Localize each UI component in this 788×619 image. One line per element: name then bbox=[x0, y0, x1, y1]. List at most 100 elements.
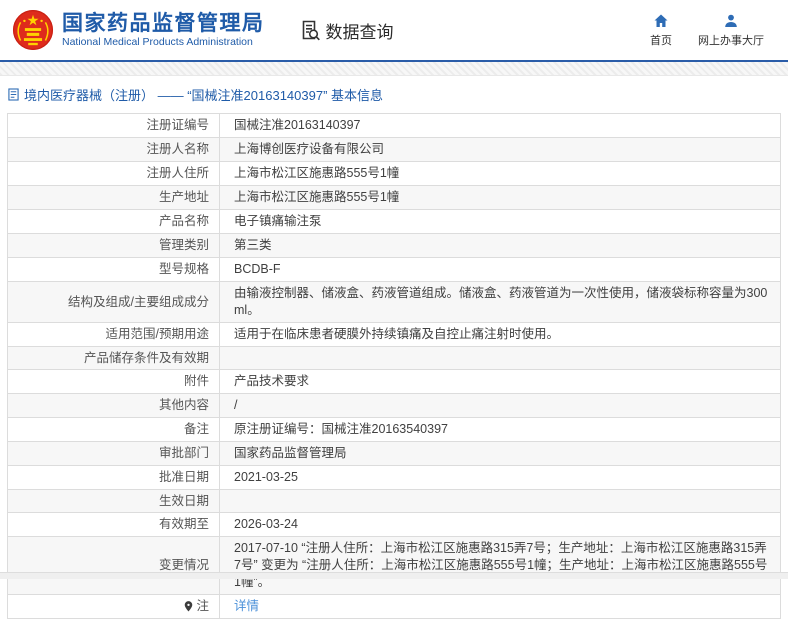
table-row: 生产地址上海市松江区施惠路555号1幢 bbox=[8, 186, 780, 210]
row-label: 产品储存条件及有效期 bbox=[8, 347, 220, 369]
row-value: / bbox=[220, 394, 780, 417]
row-label: 变更情况 bbox=[8, 537, 220, 594]
table-row: 结构及组成/主要组成成分由输液控制器、储液盒、药液管道组成。储液盒、药液管道为一… bbox=[8, 282, 780, 323]
page-title: 境内医疗器械（注册） —— “国械注准20163140397” 基本信息 bbox=[0, 76, 788, 112]
row-label: 生效日期 bbox=[8, 490, 220, 512]
table-row: 注册人住所 上海市松江区施惠路555号1幢 bbox=[8, 162, 780, 186]
nav-home-label: 首页 bbox=[650, 32, 672, 48]
agency-title-block: 国家药品监督管理局 National Medical Products Admi… bbox=[62, 12, 265, 49]
row-value: 由输液控制器、储液盒、药液管道组成。储液盒、药液管道为一次性使用，储液袋标称容量… bbox=[220, 282, 780, 322]
row-label-text: 生产地址 bbox=[159, 190, 209, 205]
row-value: 上海市松江区施惠路555号1幢 bbox=[220, 162, 780, 185]
row-label: 批准日期 bbox=[8, 466, 220, 489]
detail-link[interactable]: 详情 bbox=[234, 598, 259, 615]
row-label-text: 有效期至 bbox=[159, 517, 209, 532]
table-row: 型号规格 BCDB-F bbox=[8, 258, 780, 282]
table-row: 变更情况 2017-07-10 “注册人住所：上海市松江区施惠路315弄7号；生产… bbox=[8, 537, 780, 595]
agency-name-en: National Medical Products Administration bbox=[62, 36, 265, 49]
row-label-text: 生效日期 bbox=[159, 494, 209, 509]
table-row: 批准日期 2021-03-25 bbox=[8, 466, 780, 490]
row-value: BCDB-F bbox=[220, 258, 780, 281]
table-row: 审批部门 国家药品监督管理局 bbox=[8, 442, 780, 466]
row-value: 上海市松江区施惠路555号1幢 bbox=[220, 186, 780, 209]
row-label-text: 注册人住所 bbox=[146, 166, 209, 181]
row-value-text: 上海市松江区施惠路555号1幢 bbox=[234, 165, 399, 182]
row-value-text: / bbox=[234, 397, 237, 414]
row-label: 注册人住所 bbox=[8, 162, 220, 185]
home-icon bbox=[653, 13, 669, 29]
row-value-text: 国家药品监督管理局 bbox=[234, 445, 347, 462]
table-row: 注册人名称上海博创医疗设备有限公司 bbox=[8, 138, 780, 162]
row-value-text: 适用于在临床患者硬膜外持续镇痛及自控止痛注射时使用。 bbox=[234, 326, 559, 343]
agency-name-cn: 国家药品监督管理局 bbox=[62, 12, 265, 36]
row-value: 第三类 bbox=[220, 234, 780, 257]
row-value: 国械注准20163140397 bbox=[220, 114, 780, 137]
row-value: 国家药品监督管理局 bbox=[220, 442, 780, 465]
site-header: 国家药品监督管理局 National Medical Products Admi… bbox=[0, 0, 788, 62]
row-value: 2021-03-25 bbox=[220, 466, 780, 489]
row-value: 详情 bbox=[220, 595, 780, 618]
row-value-text: 国械注准20163140397 bbox=[234, 117, 360, 134]
nav-service-hall-label: 网上办事大厅 bbox=[698, 32, 764, 48]
user-icon bbox=[723, 13, 739, 29]
header-nav: 首页 网上办事大厅 bbox=[650, 13, 774, 48]
row-label: 适用范围/预期用途 bbox=[8, 323, 220, 346]
row-value-text: 第三类 bbox=[234, 237, 272, 254]
row-label-text: 注 bbox=[196, 599, 209, 614]
info-table: 注册证编号国械注准20163140397注册人名称上海博创医疗设备有限公司注册人… bbox=[7, 113, 781, 619]
row-label-text: 备注 bbox=[184, 422, 209, 437]
row-label-text: 注册证编号 bbox=[146, 118, 209, 133]
row-label-text: 产品储存条件及有效期 bbox=[84, 351, 209, 366]
table-row: 生效日期 bbox=[8, 490, 780, 513]
row-label-text: 变更情况 bbox=[159, 558, 209, 573]
page-title-text: 境内医疗器械（注册） —— “国械注准20163140397” 基本信息 bbox=[24, 85, 383, 104]
row-label: 注册证编号 bbox=[8, 114, 220, 137]
data-query-nav[interactable]: 数据查询 bbox=[299, 18, 394, 43]
row-label: 注 bbox=[8, 595, 220, 618]
table-row: 产品名称电子镇痛输注泵 bbox=[8, 210, 780, 234]
row-value-text: 2021-03-25 bbox=[234, 469, 298, 486]
row-value: 原注册证编号：国械注准20163540397 bbox=[220, 418, 780, 441]
row-value: 电子镇痛输注泵 bbox=[220, 210, 780, 233]
row-value-text: 产品技术要求 bbox=[234, 373, 309, 390]
document-search-icon bbox=[299, 19, 321, 41]
row-label: 其他内容 bbox=[8, 394, 220, 417]
national-emblem-logo bbox=[12, 9, 54, 51]
table-row: 管理类别第三类 bbox=[8, 234, 780, 258]
row-label-text: 批准日期 bbox=[159, 470, 209, 485]
row-value: 产品技术要求 bbox=[220, 370, 780, 393]
row-label: 附件 bbox=[8, 370, 220, 393]
row-value: 2017-07-10 “注册人住所：上海市松江区施惠路315弄7号；生产地址：上… bbox=[220, 537, 780, 594]
data-query-label: 数据查询 bbox=[326, 18, 394, 43]
row-label: 结构及组成/主要组成成分 bbox=[8, 282, 220, 322]
row-label: 注册人名称 bbox=[8, 138, 220, 161]
row-label-text: 型号规格 bbox=[159, 262, 209, 277]
row-label-text: 附件 bbox=[184, 374, 209, 389]
row-label: 型号规格 bbox=[8, 258, 220, 281]
row-value-text: 原注册证编号：国械注准20163540397 bbox=[234, 421, 448, 438]
table-row: 注册证编号 国械注准20163140397 bbox=[8, 114, 780, 138]
row-value: 适用于在临床患者硬膜外持续镇痛及自控止痛注射时使用。 bbox=[220, 323, 780, 346]
row-label: 管理类别 bbox=[8, 234, 220, 257]
table-row: 备注 原注册证编号：国械注准20163540397 bbox=[8, 418, 780, 442]
row-value-text: 2017-07-10 “注册人住所：上海市松江区施惠路315弄7号；生产地址：上… bbox=[234, 540, 768, 591]
table-row: 注 详情 bbox=[8, 595, 780, 618]
table-row: 适用范围/预期用途 适用于在临床患者硬膜外持续镇痛及自控止痛注射时使用。 bbox=[8, 323, 780, 347]
row-value bbox=[220, 347, 780, 369]
row-label-text: 其他内容 bbox=[159, 398, 209, 413]
row-value-text: 由输液控制器、储液盒、药液管道组成。储液盒、药液管道为一次性使用，储液袋标称容量… bbox=[234, 285, 768, 319]
row-value-text: 电子镇痛输注泵 bbox=[234, 213, 322, 230]
row-label: 有效期至 bbox=[8, 513, 220, 536]
decorative-stripe-band bbox=[0, 62, 788, 76]
nav-home[interactable]: 首页 bbox=[650, 13, 672, 48]
row-value: 2026-03-24 bbox=[220, 513, 780, 536]
nav-service-hall[interactable]: 网上办事大厅 bbox=[698, 13, 764, 48]
row-value-text: BCDB-F bbox=[234, 261, 281, 278]
note-pin-icon bbox=[184, 601, 193, 612]
row-value: 上海博创医疗设备有限公司 bbox=[220, 138, 780, 161]
row-label-text: 审批部门 bbox=[159, 446, 209, 461]
row-label: 生产地址 bbox=[8, 186, 220, 209]
row-label-text: 适用范围/预期用途 bbox=[106, 327, 209, 342]
row-value bbox=[220, 490, 780, 512]
document-icon bbox=[8, 88, 19, 101]
